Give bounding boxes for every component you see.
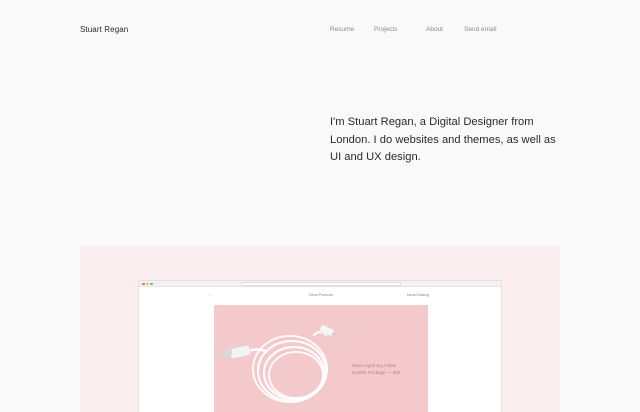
nav-about-link[interactable]: About <box>426 26 464 33</box>
product-price: Double Package — $35 <box>352 369 401 375</box>
product-image: Neue Lightning Cable Double Package — $3… <box>214 305 428 412</box>
product-caption: Neue Lightning Cable Double Package — $3… <box>352 363 422 376</box>
cable-illustration-icon <box>221 324 339 403</box>
close-dot-icon <box>142 282 145 285</box>
nav-send-email-link[interactable]: Send email <box>464 26 497 33</box>
minimize-dot-icon <box>146 282 149 285</box>
nav-projects-link[interactable]: Projects <box>374 26 426 33</box>
mockup-title: Neue Products <box>309 293 333 297</box>
intro-text: I'm Stuart Regan, a Digital Designer fro… <box>330 116 556 163</box>
main-nav: Resume Projects About Send email <box>330 26 497 33</box>
maximize-dot-icon <box>150 282 153 285</box>
mockup-nav: ‹ Neue Products Neue/Catalog <box>139 287 501 305</box>
project-showcase[interactable]: ‹ Neue Products Neue/Catalog Neue Lightn… <box>80 246 560 412</box>
browser-mockup: ‹ Neue Products Neue/Catalog Neue Lightn… <box>138 280 502 412</box>
nav-resume-link[interactable]: Resume <box>330 26 374 33</box>
browser-url-bar <box>241 282 401 286</box>
site-title[interactable]: Stuart Regan <box>80 25 128 34</box>
mockup-right-link: Neue/Catalog <box>407 293 429 297</box>
